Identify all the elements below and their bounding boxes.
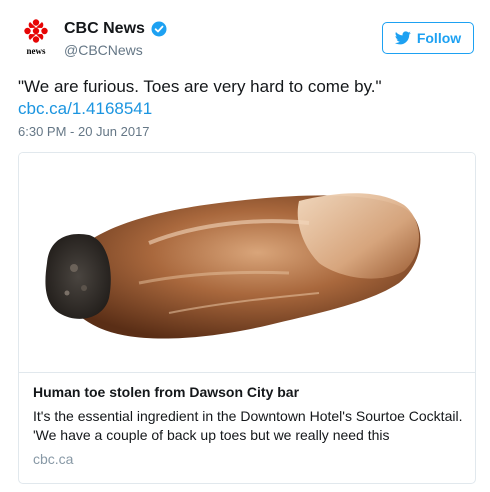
tweet: news CBC News @CBCNews Follow "We are fu… [0, 0, 490, 492]
follow-label: Follow [416, 30, 462, 46]
tweet-header: news CBC News @CBCNews Follow [18, 14, 478, 62]
link-card[interactable]: Human toe stolen from Dawson City bar It… [18, 152, 476, 484]
severed-toe-photo [45, 193, 421, 339]
tweet-link[interactable]: cbc.ca/1.4168541 [18, 98, 478, 120]
follow-button[interactable]: Follow [382, 22, 474, 54]
avatar[interactable]: news [18, 18, 54, 56]
tweet-text: "We are furious. Toes are very hard to c… [18, 76, 478, 120]
card-image[interactable] [19, 153, 475, 373]
card-title[interactable]: Human toe stolen from Dawson City bar [33, 383, 463, 401]
card-domain: cbc.ca [33, 451, 74, 467]
card-body: Human toe stolen from Dawson City bar It… [33, 383, 463, 467]
twitter-bird-icon [394, 31, 411, 45]
avatar-wordmark: news [26, 46, 46, 56]
author-names: CBC News @CBCNews [64, 20, 167, 58]
tweet-body: "We are furious. Toes are very hard to c… [18, 77, 382, 96]
tweet-timestamp[interactable]: 6:30 PM - 20 Jun 2017 [18, 124, 150, 139]
card-description: It's the essential ingredient in the Dow… [33, 408, 463, 443]
author-handle[interactable]: @CBCNews [64, 42, 167, 58]
display-name[interactable]: CBC News [64, 20, 145, 38]
verified-badge-icon [151, 21, 167, 37]
cbc-gem-logo-icon [24, 19, 48, 43]
